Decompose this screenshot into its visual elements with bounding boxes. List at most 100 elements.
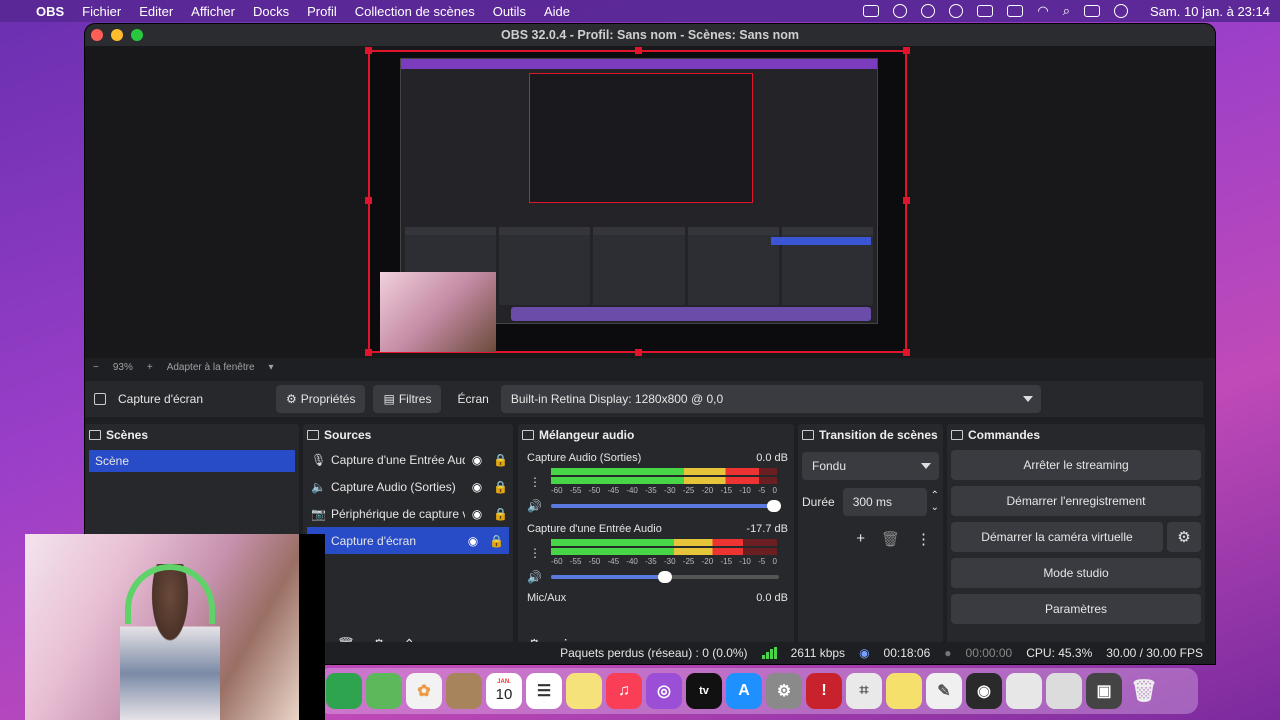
eye-icon[interactable]: ◉ <box>465 534 481 548</box>
wifi-icon[interactable]: ◠ <box>1037 3 1048 19</box>
duration-input[interactable]: 300 ms <box>842 488 927 516</box>
start-recording-button[interactable]: Démarrer l'enregistrement <box>951 486 1201 516</box>
airdrop-icon[interactable] <box>949 4 964 18</box>
document-icon[interactable] <box>1006 673 1042 709</box>
volume-slider[interactable] <box>551 571 779 583</box>
properties-button[interactable]: ⚙ Propriétés <box>276 385 366 413</box>
trash-icon[interactable]: 🗑 <box>1126 673 1162 709</box>
eye-icon[interactable]: ◉ <box>469 507 485 521</box>
kebab-menu-icon[interactable]: ⋮ <box>916 530 931 548</box>
preview-area[interactable] <box>85 46 1215 358</box>
fit-window-select[interactable]: Adapter à la fenêtre <box>167 362 255 373</box>
eye-icon[interactable]: ◉ <box>469 480 485 494</box>
battery-icon[interactable] <box>1007 5 1024 17</box>
screen-label: Écran <box>457 392 489 406</box>
zoom-in-button[interactable]: + <box>147 362 153 373</box>
maps-app-icon[interactable] <box>366 673 402 709</box>
volume-knob[interactable] <box>767 500 781 512</box>
chevron-down-icon[interactable]: ▾ <box>269 362 274 373</box>
lock-icon[interactable]: 🔒 <box>489 534 504 548</box>
menu-fichier[interactable]: Fichier <box>82 4 121 19</box>
filters-button[interactable]: ▤ Filtres <box>373 385 442 413</box>
menu-aide[interactable]: Aide <box>544 4 570 19</box>
studio-mode-button[interactable]: Mode studio <box>951 558 1201 588</box>
sources-dock-header[interactable]: Sources <box>303 424 513 446</box>
stickies-app-icon[interactable] <box>886 673 922 709</box>
source-item-video-capture[interactable]: 📷 Périphérique de capture v ◉ 🔒 <box>303 500 513 527</box>
textedit-app-icon[interactable]: ✎ <box>926 673 962 709</box>
menu-editer[interactable]: Editer <box>139 4 173 19</box>
kebab-menu-icon[interactable]: ⋮ <box>527 475 543 489</box>
app-store-icon[interactable]: A <box>726 673 762 709</box>
trash-icon[interactable]: 🗑 <box>881 530 900 548</box>
volume-knob[interactable] <box>657 571 672 583</box>
reminders-app-icon[interactable]: ☰ <box>526 673 562 709</box>
resize-handle-bottom-left[interactable] <box>365 349 372 356</box>
contacts-app-icon[interactable] <box>446 673 482 709</box>
control-center-icon[interactable] <box>1084 5 1101 17</box>
notes-app-icon[interactable] <box>566 673 602 709</box>
plus-icon[interactable]: + <box>856 530 865 548</box>
calendar-app-icon[interactable]: JAN. 10 <box>486 673 522 709</box>
source-item-screen-capture[interactable]: Capture d'écran ◉ 🔒 <box>307 527 509 554</box>
resize-handle-right[interactable] <box>903 197 910 204</box>
music-app-icon[interactable]: ♫ <box>606 673 642 709</box>
menu-afficher[interactable]: Afficher <box>191 4 235 19</box>
photos-app-icon[interactable]: ✿ <box>406 673 442 709</box>
folder-icon[interactable] <box>1046 673 1082 709</box>
podcasts-app-icon[interactable]: ◎ <box>646 673 682 709</box>
resize-handle-left[interactable] <box>365 197 372 204</box>
virtual-camera-settings-button[interactable]: ⚙ <box>1167 522 1201 552</box>
mixer-dock-header[interactable]: Mélangeur audio <box>518 424 794 446</box>
screen-select[interactable]: Built-in Retina Display: 1280x800 @ 0,0 <box>500 385 1041 413</box>
scenes-dock-header[interactable]: Scènes <box>85 424 299 446</box>
resize-handle-bottom[interactable] <box>635 349 642 356</box>
obs-tray-icon[interactable] <box>893 4 908 18</box>
resize-handle-top[interactable] <box>635 47 642 54</box>
menu-collection-scenes[interactable]: Collection de scènes <box>355 4 475 19</box>
menubar-clock[interactable]: Sam. 10 jan. à 23:14 <box>1150 4 1270 19</box>
obs-app-icon[interactable]: ◉ <box>966 673 1002 709</box>
zoom-out-button[interactable]: − <box>93 362 99 373</box>
stop-streaming-button[interactable]: Arrêter le streaming <box>951 450 1201 480</box>
system-settings-icon[interactable]: ⚙ <box>766 673 802 709</box>
speaker-icon[interactable]: 🔊 <box>527 499 545 513</box>
lock-icon[interactable]: 🔒 <box>493 480 508 494</box>
volume-slider[interactable] <box>551 500 781 512</box>
menu-app-obs[interactable]: OBS <box>36 4 64 19</box>
duration-stepper[interactable]: ⌃ ⌄ <box>931 490 939 514</box>
messages-app-icon[interactable] <box>326 673 362 709</box>
controls-dock-header[interactable]: Commandes <box>947 424 1205 446</box>
preview-canvas[interactable] <box>365 47 910 356</box>
screen-share-icon[interactable]: ▣ <box>1086 673 1122 709</box>
play-icon[interactable] <box>921 4 936 18</box>
start-virtual-camera-button[interactable]: Démarrer la caméra virtuelle <box>951 522 1163 552</box>
source-visibility-checkbox[interactable] <box>94 393 106 405</box>
settings-button[interactable]: Paramètres <box>951 594 1201 624</box>
lock-icon[interactable]: 🔒 <box>493 507 508 521</box>
mic-icon: 🎙 <box>311 452 327 467</box>
transition-dock-header[interactable]: Transition de scènes <box>798 424 943 446</box>
calendar-day: 10 <box>495 686 513 703</box>
lock-icon[interactable]: 🔒 <box>493 453 508 467</box>
menu-profil[interactable]: Profil <box>307 4 337 19</box>
menu-docks[interactable]: Docks <box>253 4 289 19</box>
screen-share-icon[interactable] <box>863 5 880 17</box>
siri-icon[interactable] <box>1114 4 1129 18</box>
menu-outils[interactable]: Outils <box>493 4 526 19</box>
screenshot-app-icon[interactable]: ⌗ <box>846 673 882 709</box>
speaker-icon[interactable]: 🔊 <box>527 570 545 584</box>
kebab-menu-icon[interactable]: ⋮ <box>527 546 543 560</box>
apple-tv-app-icon[interactable]: tv <box>686 673 722 709</box>
feedback-app-icon[interactable]: ! <box>806 673 842 709</box>
source-item-audio-input[interactable]: 🎙 Capture d'une Entrée Audi ◉ 🔒 <box>303 446 513 473</box>
resize-handle-top-right[interactable] <box>903 47 910 54</box>
text-input-icon[interactable] <box>977 5 994 17</box>
resize-handle-top-left[interactable] <box>365 47 372 54</box>
transition-type-select[interactable]: Fondu <box>802 452 939 480</box>
scene-item[interactable]: Scène <box>89 450 295 472</box>
resize-handle-bottom-right[interactable] <box>903 349 910 356</box>
source-item-audio-output[interactable]: 🔈 Capture Audio (Sorties) ◉ 🔒 <box>303 473 513 500</box>
spotlight-search-icon[interactable]: ⌕ <box>1063 3 1070 19</box>
eye-icon[interactable]: ◉ <box>469 453 485 467</box>
